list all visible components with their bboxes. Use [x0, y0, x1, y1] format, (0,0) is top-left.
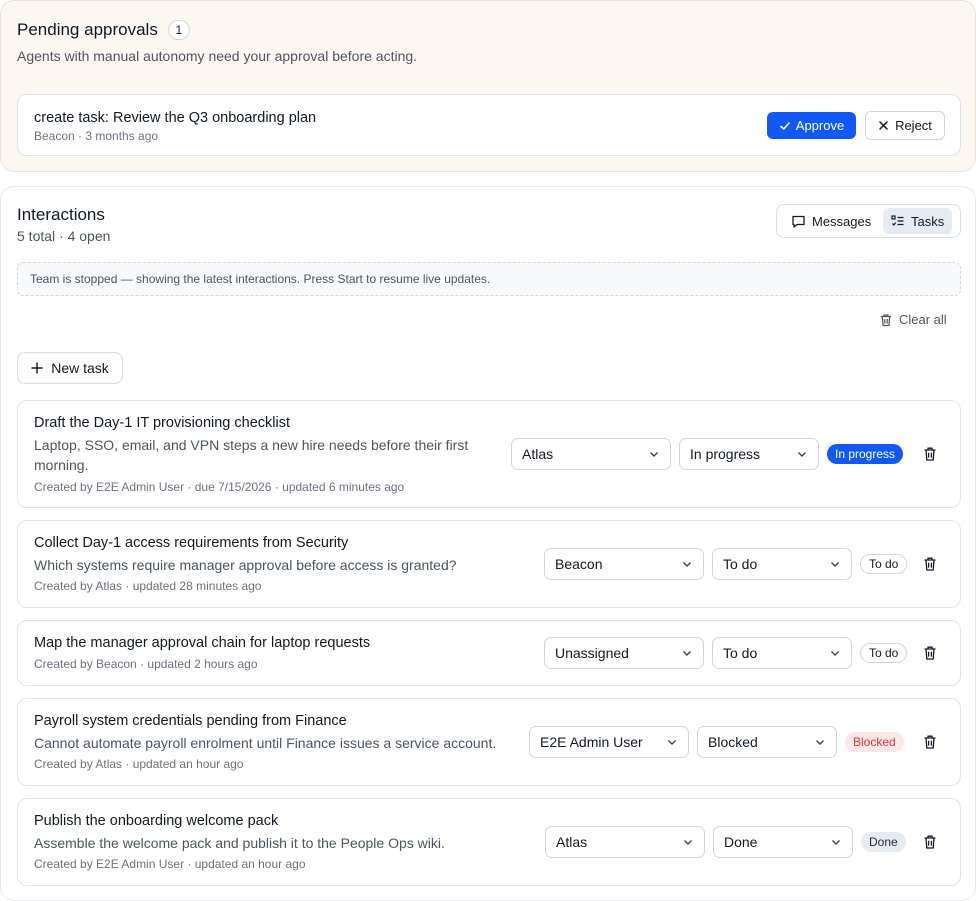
- task-title: Payroll system credentials pending from …: [34, 713, 347, 729]
- approve-button-label: Approve: [795, 118, 845, 133]
- new-task-label: New task: [51, 360, 109, 376]
- chevron-down-icon: [831, 651, 839, 656]
- chevron-down-icon: [831, 562, 839, 567]
- assignee-select-value: Beacon: [555, 556, 603, 572]
- chevron-down-icon: [683, 562, 691, 567]
- status-select[interactable]: To do: [712, 548, 852, 580]
- task-meta: Created by Atlas · updated 28 minutes ag…: [34, 579, 262, 593]
- tasks-icon: [891, 215, 904, 226]
- approval-item-name: create task: Review the Q3 onboarding pl…: [34, 110, 317, 126]
- delete-task-icon[interactable]: [922, 834, 938, 850]
- task-title: Collect Day-1 access requirements from S…: [34, 535, 349, 551]
- approval-item: create task: Review the Q3 onboarding pl…: [17, 94, 961, 156]
- assignee-select[interactable]: Atlas: [545, 826, 705, 858]
- status-select-value: To do: [723, 556, 758, 572]
- trash-icon: [881, 313, 891, 326]
- task-row: Collect Day-1 access requirements from S…: [17, 520, 961, 608]
- interactions-panel: Interactions 5 total · 4 open Messages T…: [0, 186, 976, 901]
- pending-approvals-panel: Pending approvals 1 Agents with manual a…: [0, 0, 976, 172]
- pending-approvals-header: Pending approvals 1: [17, 20, 190, 40]
- delete-task-icon[interactable]: [922, 734, 938, 750]
- assignee-select-value: Atlas: [556, 834, 588, 850]
- task-description: Cannot automate payroll enrolment until …: [34, 735, 497, 751]
- tab-tasks-label: Tasks: [911, 213, 945, 229]
- clear-all-button[interactable]: Clear all: [879, 312, 947, 327]
- status-badge: To do: [860, 554, 908, 574]
- status-badge: Done: [861, 832, 906, 852]
- task-title: Publish the onboarding welcome pack: [34, 813, 279, 829]
- chevron-down-icon: [684, 840, 692, 845]
- task-description: Assemble the welcome pack and publish it…: [34, 835, 445, 851]
- chevron-down-icon: [668, 740, 676, 745]
- task-description-line-2: morning.: [34, 457, 89, 473]
- chevron-down-icon: [683, 651, 691, 656]
- task-title: Draft the Day-1 IT provisioning checklis…: [34, 415, 291, 431]
- pending-approvals-subtitle: Agents with manual autonomy need your ap…: [17, 48, 418, 64]
- message-icon: [792, 215, 805, 228]
- interactions-summary: 5 total · 4 open: [17, 228, 111, 244]
- assignee-select-value: E2E Admin User: [540, 734, 643, 750]
- task-meta: Created by E2E Admin User · due 7/15/202…: [34, 480, 405, 494]
- task-row: Map the manager approval chain for lapto…: [17, 620, 961, 686]
- delete-task-icon[interactable]: [922, 645, 938, 661]
- chevron-down-icon: [650, 452, 658, 457]
- assignee-select[interactable]: Atlas: [511, 438, 671, 470]
- task-description-line-1: Laptop, SSO, email, and VPN steps a new …: [34, 437, 469, 453]
- status-select-value: To do: [723, 645, 758, 661]
- delete-task-icon[interactable]: [922, 556, 938, 572]
- status-select[interactable]: Done: [713, 826, 853, 858]
- status-select[interactable]: In progress: [679, 438, 819, 470]
- assignee-select[interactable]: Beacon: [544, 548, 704, 580]
- chevron-down-icon: [798, 452, 806, 457]
- status-badge: To do: [860, 643, 908, 663]
- chevron-down-icon: [832, 840, 840, 845]
- approval-item-meta: Beacon · 3 months ago: [34, 129, 159, 143]
- close-icon: [879, 121, 888, 130]
- status-badge: Blocked: [845, 732, 904, 752]
- delete-task-icon[interactable]: [922, 446, 938, 462]
- task-row: Draft the Day-1 IT provisioning checklis…: [17, 400, 961, 508]
- interactions-title: Interactions: [17, 205, 105, 224]
- pending-approvals-title: Pending approvals: [17, 20, 158, 39]
- task-meta: Created by Beacon · updated 2 hours ago: [34, 657, 258, 671]
- task-title: Map the manager approval chain for lapto…: [34, 635, 371, 651]
- tab-tasks[interactable]: Tasks: [883, 208, 953, 234]
- status-badge: In progress: [827, 444, 904, 464]
- assignee-select-value: Atlas: [522, 446, 554, 462]
- assignee-select[interactable]: Unassigned: [544, 637, 704, 669]
- task-row: Publish the onboarding welcome pack Asse…: [17, 798, 961, 886]
- task-row: Payroll system credentials pending from …: [17, 698, 961, 786]
- status-select[interactable]: Blocked: [697, 726, 837, 758]
- task-meta: Created by Atlas · updated an hour ago: [34, 757, 244, 771]
- pending-approvals-count-badge: 1: [167, 20, 190, 40]
- status-select[interactable]: To do: [712, 637, 852, 669]
- new-task-button[interactable]: New task: [17, 352, 123, 384]
- approve-button[interactable]: Approve: [767, 112, 856, 139]
- reject-button-label: Reject: [895, 118, 932, 133]
- clear-all-label: Clear all: [899, 312, 947, 327]
- view-toggle: Messages Tasks: [776, 204, 961, 238]
- tab-messages[interactable]: Messages: [783, 208, 879, 234]
- assignee-select-value: Unassigned: [555, 645, 629, 661]
- task-description: Which systems require manager approval b…: [34, 557, 457, 573]
- status-select-value: Done: [724, 834, 758, 850]
- check-icon: [779, 121, 790, 130]
- status-select-value: In progress: [690, 446, 761, 462]
- team-stopped-notice: Team is stopped — showing the latest int…: [17, 262, 961, 296]
- plus-icon: [31, 362, 43, 374]
- chevron-down-icon: [816, 740, 824, 745]
- status-select-value: Blocked: [708, 734, 758, 750]
- assignee-select[interactable]: E2E Admin User: [529, 726, 689, 758]
- task-meta: Created by E2E Admin User · updated an h…: [34, 857, 306, 871]
- tab-messages-label: Messages: [812, 213, 872, 229]
- reject-button[interactable]: Reject: [865, 111, 945, 140]
